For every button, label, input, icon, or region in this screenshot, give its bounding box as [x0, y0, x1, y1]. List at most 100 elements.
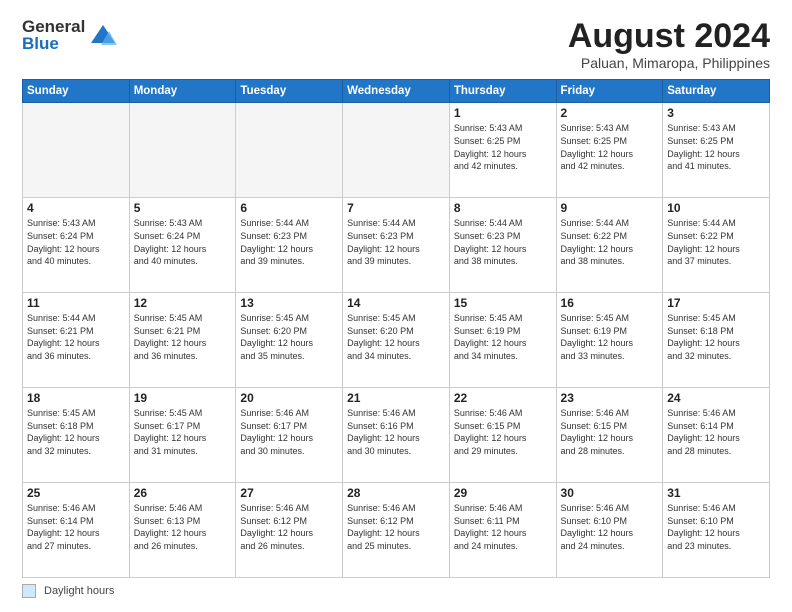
day-info: Sunrise: 5:44 AM Sunset: 6:22 PM Dayligh… [667, 217, 765, 267]
day-info: Sunrise: 5:46 AM Sunset: 6:14 PM Dayligh… [27, 502, 125, 552]
calendar-cell: 28 Sunrise: 5:46 AM Sunset: 6:12 PM Dayli… [343, 483, 450, 578]
calendar-week-3: 18 Sunrise: 5:45 AM Sunset: 6:18 PM Dayli… [23, 388, 770, 483]
day-info: Sunrise: 5:45 AM Sunset: 6:20 PM Dayligh… [347, 312, 445, 362]
calendar-cell [236, 103, 343, 198]
calendar-cell: 16 Sunrise: 5:45 AM Sunset: 6:19 PM Dayli… [556, 293, 663, 388]
day-number: 2 [561, 106, 659, 120]
calendar-table: SundayMondayTuesdayWednesdayThursdayFrid… [22, 79, 770, 578]
calendar-cell: 4 Sunrise: 5:43 AM Sunset: 6:24 PM Daylig… [23, 198, 130, 293]
day-number: 24 [667, 391, 765, 405]
day-info: Sunrise: 5:43 AM Sunset: 6:25 PM Dayligh… [454, 122, 552, 172]
calendar-header-monday: Monday [129, 80, 236, 103]
subtitle: Paluan, Mimaropa, Philippines [568, 55, 770, 71]
day-number: 1 [454, 106, 552, 120]
calendar-cell: 10 Sunrise: 5:44 AM Sunset: 6:22 PM Dayli… [663, 198, 770, 293]
day-number: 28 [347, 486, 445, 500]
day-info: Sunrise: 5:45 AM Sunset: 6:18 PM Dayligh… [27, 407, 125, 457]
day-number: 9 [561, 201, 659, 215]
day-info: Sunrise: 5:46 AM Sunset: 6:12 PM Dayligh… [240, 502, 338, 552]
day-number: 30 [561, 486, 659, 500]
calendar-cell: 9 Sunrise: 5:44 AM Sunset: 6:22 PM Daylig… [556, 198, 663, 293]
title-area: August 2024 Paluan, Mimaropa, Philippine… [568, 18, 770, 71]
day-number: 19 [134, 391, 232, 405]
calendar-cell: 26 Sunrise: 5:46 AM Sunset: 6:13 PM Dayli… [129, 483, 236, 578]
day-info: Sunrise: 5:44 AM Sunset: 6:23 PM Dayligh… [454, 217, 552, 267]
day-info: Sunrise: 5:45 AM Sunset: 6:18 PM Dayligh… [667, 312, 765, 362]
calendar-cell: 11 Sunrise: 5:44 AM Sunset: 6:21 PM Dayli… [23, 293, 130, 388]
logo-general: General [22, 18, 85, 35]
calendar-cell: 27Sunrise: 5:46 AM Sunset: 6:12 PM Dayli… [236, 483, 343, 578]
day-number: 29 [454, 486, 552, 500]
day-number: 26 [134, 486, 232, 500]
day-number: 10 [667, 201, 765, 215]
calendar-cell: 8 Sunrise: 5:44 AM Sunset: 6:23 PM Daylig… [449, 198, 556, 293]
day-info: Sunrise: 5:44 AM Sunset: 6:23 PM Dayligh… [240, 217, 338, 267]
calendar-cell: 1 Sunrise: 5:43 AM Sunset: 6:25 PM Daylig… [449, 103, 556, 198]
day-info: Sunrise: 5:45 AM Sunset: 6:21 PM Dayligh… [134, 312, 232, 362]
calendar-week-4: 25Sunrise: 5:46 AM Sunset: 6:14 PM Dayli… [23, 483, 770, 578]
calendar-header-thursday: Thursday [449, 80, 556, 103]
calendar-cell [23, 103, 130, 198]
day-info: Sunrise: 5:46 AM Sunset: 6:17 PM Dayligh… [240, 407, 338, 457]
calendar-cell: 21 Sunrise: 5:46 AM Sunset: 6:16 PM Dayli… [343, 388, 450, 483]
day-number: 20 [240, 391, 338, 405]
day-number: 8 [454, 201, 552, 215]
calendar-cell: 19 Sunrise: 5:45 AM Sunset: 6:17 PM Dayli… [129, 388, 236, 483]
calendar-cell: 24 Sunrise: 5:46 AM Sunset: 6:14 PM Dayli… [663, 388, 770, 483]
day-number: 12 [134, 296, 232, 310]
day-info: Sunrise: 5:45 AM Sunset: 6:17 PM Dayligh… [134, 407, 232, 457]
calendar-header-sunday: Sunday [23, 80, 130, 103]
day-info: Sunrise: 5:43 AM Sunset: 6:24 PM Dayligh… [27, 217, 125, 267]
day-info: Sunrise: 5:46 AM Sunset: 6:10 PM Dayligh… [667, 502, 765, 552]
calendar-header-saturday: Saturday [663, 80, 770, 103]
calendar-cell: 15Sunrise: 5:45 AM Sunset: 6:19 PM Dayli… [449, 293, 556, 388]
day-info: Sunrise: 5:46 AM Sunset: 6:15 PM Dayligh… [454, 407, 552, 457]
day-number: 14 [347, 296, 445, 310]
day-info: Sunrise: 5:46 AM Sunset: 6:14 PM Dayligh… [667, 407, 765, 457]
calendar-cell [343, 103, 450, 198]
day-number: 21 [347, 391, 445, 405]
calendar-cell: 3 Sunrise: 5:43 AM Sunset: 6:25 PM Daylig… [663, 103, 770, 198]
day-number: 18 [27, 391, 125, 405]
calendar-cell: 18 Sunrise: 5:45 AM Sunset: 6:18 PM Dayli… [23, 388, 130, 483]
calendar-cell: 20 Sunrise: 5:46 AM Sunset: 6:17 PM Dayli… [236, 388, 343, 483]
day-number: 13 [240, 296, 338, 310]
day-info: Sunrise: 5:44 AM Sunset: 6:21 PM Dayligh… [27, 312, 125, 362]
day-number: 6 [240, 201, 338, 215]
day-info: Sunrise: 5:44 AM Sunset: 6:23 PM Dayligh… [347, 217, 445, 267]
day-info: Sunrise: 5:43 AM Sunset: 6:25 PM Dayligh… [561, 122, 659, 172]
day-info: Sunrise: 5:45 AM Sunset: 6:19 PM Dayligh… [561, 312, 659, 362]
calendar-header-friday: Friday [556, 80, 663, 103]
page: General Blue August 2024 Paluan, Mimarop… [0, 0, 792, 612]
day-info: Sunrise: 5:43 AM Sunset: 6:24 PM Dayligh… [134, 217, 232, 267]
day-info: Sunrise: 5:44 AM Sunset: 6:22 PM Dayligh… [561, 217, 659, 267]
day-number: 15 [454, 296, 552, 310]
day-number: 3 [667, 106, 765, 120]
day-info: Sunrise: 5:46 AM Sunset: 6:10 PM Dayligh… [561, 502, 659, 552]
day-info: Sunrise: 5:46 AM Sunset: 6:12 PM Dayligh… [347, 502, 445, 552]
day-number: 5 [134, 201, 232, 215]
day-number: 4 [27, 201, 125, 215]
calendar-cell: 6 Sunrise: 5:44 AM Sunset: 6:23 PM Daylig… [236, 198, 343, 293]
day-info: Sunrise: 5:43 AM Sunset: 6:25 PM Dayligh… [667, 122, 765, 172]
day-info: Sunrise: 5:46 AM Sunset: 6:11 PM Dayligh… [454, 502, 552, 552]
header: General Blue August 2024 Paluan, Mimarop… [22, 18, 770, 71]
day-info: Sunrise: 5:46 AM Sunset: 6:16 PM Dayligh… [347, 407, 445, 457]
day-number: 11 [27, 296, 125, 310]
calendar-cell: 12 Sunrise: 5:45 AM Sunset: 6:21 PM Dayli… [129, 293, 236, 388]
day-number: 16 [561, 296, 659, 310]
footer-legend-box [22, 584, 36, 598]
day-info: Sunrise: 5:45 AM Sunset: 6:20 PM Dayligh… [240, 312, 338, 362]
calendar-header-wednesday: Wednesday [343, 80, 450, 103]
calendar-week-1: 4 Sunrise: 5:43 AM Sunset: 6:24 PM Daylig… [23, 198, 770, 293]
day-info: Sunrise: 5:46 AM Sunset: 6:13 PM Dayligh… [134, 502, 232, 552]
logo-icon [89, 21, 117, 49]
calendar-cell: 2 Sunrise: 5:43 AM Sunset: 6:25 PM Daylig… [556, 103, 663, 198]
day-number: 22 [454, 391, 552, 405]
day-info: Sunrise: 5:46 AM Sunset: 6:15 PM Dayligh… [561, 407, 659, 457]
footer-label: Daylight hours [44, 585, 114, 597]
calendar-header-tuesday: Tuesday [236, 80, 343, 103]
day-number: 17 [667, 296, 765, 310]
calendar-cell [129, 103, 236, 198]
calendar-week-2: 11 Sunrise: 5:44 AM Sunset: 6:21 PM Dayli… [23, 293, 770, 388]
